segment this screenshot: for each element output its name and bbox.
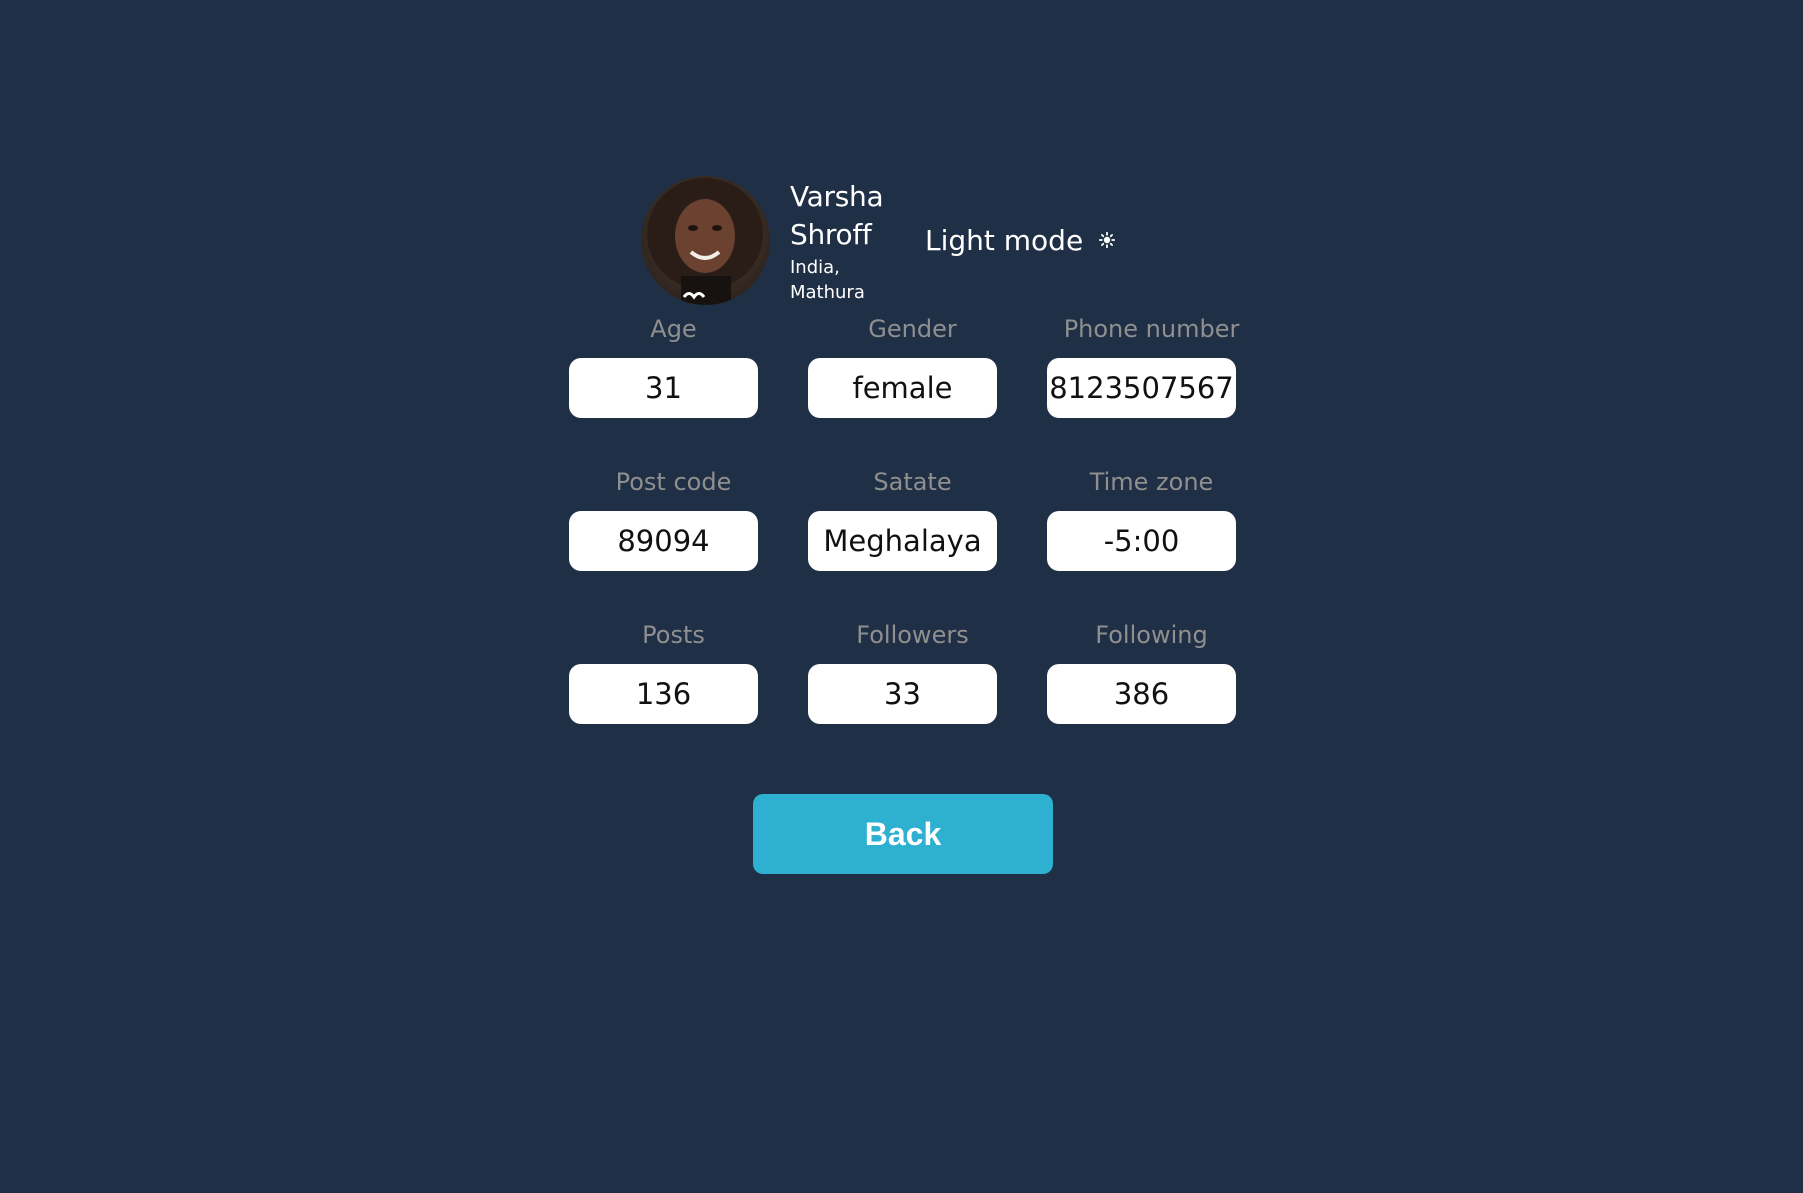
field-value-time-zone: -5:00	[1047, 511, 1236, 571]
field-label-gender: Gender	[868, 315, 957, 343]
avatar	[641, 176, 770, 305]
field-value-post-code: 89094	[569, 511, 758, 571]
field-label-state: Satate	[873, 468, 952, 496]
light-mode-toggle[interactable]: Light mode	[925, 220, 1117, 260]
field-value-gender: female	[808, 358, 997, 418]
user-location: India, Mathura	[790, 255, 900, 305]
profile-header: Varsha Shroff India, Mathura Light mode	[641, 176, 1241, 306]
field-value-posts: 136	[569, 664, 758, 724]
user-name: Varsha Shroff	[790, 178, 910, 254]
field-followers: Followers 33	[808, 619, 997, 724]
field-time-zone: Time zone -5:00	[1047, 466, 1236, 571]
field-value-phone-number: 8123507567	[1047, 358, 1236, 418]
field-post-code: Post code 89094	[569, 466, 758, 571]
user-last-name: Shroff	[790, 218, 872, 251]
field-phone-number: Phone number 8123507567	[1047, 313, 1239, 418]
user-first-name: Varsha	[790, 180, 884, 213]
user-country: India,	[790, 257, 840, 278]
field-label-phone-number: Phone number	[1063, 315, 1240, 343]
field-label-post-code: Post code	[615, 468, 732, 496]
field-label-age: Age	[650, 315, 697, 343]
field-following: Following 386	[1047, 619, 1236, 724]
back-button[interactable]: Back	[753, 794, 1053, 874]
field-value-age: 31	[569, 358, 758, 418]
field-value-followers: 33	[808, 664, 997, 724]
sun-icon	[1097, 230, 1117, 250]
field-value-following: 386	[1047, 664, 1236, 724]
field-label-following: Following	[1095, 621, 1208, 649]
field-age: Age 31	[569, 313, 758, 418]
user-city: Mathura	[790, 282, 865, 303]
profile-fields-grid: Age 31 Gender female Phone number 812350…	[569, 313, 1239, 724]
field-label-followers: Followers	[856, 621, 969, 649]
field-label-time-zone: Time zone	[1089, 468, 1214, 496]
field-value-state: Meghalaya	[808, 511, 997, 571]
field-state: Satate Meghalaya	[808, 466, 997, 571]
field-label-posts: Posts	[642, 621, 705, 649]
profile-page: Varsha Shroff India, Mathura Light mode	[0, 0, 1803, 1193]
field-gender: Gender female	[808, 313, 997, 418]
field-posts: Posts 136	[569, 619, 758, 724]
light-mode-label: Light mode	[925, 223, 1084, 257]
